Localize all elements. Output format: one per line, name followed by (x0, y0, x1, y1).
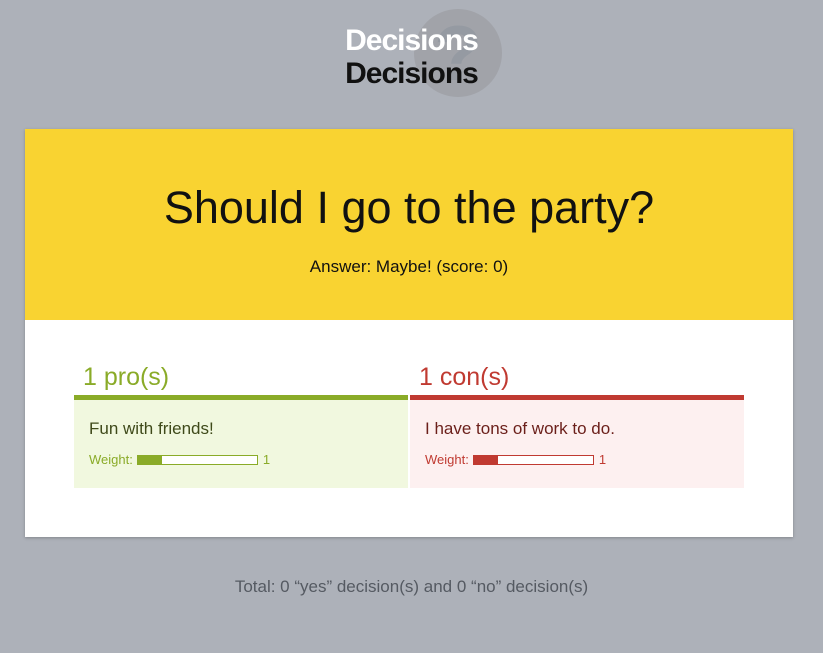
app-logo: ? Decisions Decisions (0, 0, 823, 110)
pro-weight-value: 1 (262, 452, 271, 467)
con-weight-fill (473, 456, 498, 464)
con-weight-row: Weight: 1 (425, 452, 744, 468)
answer-text: Answer: Maybe! (score: 0) (309, 257, 509, 276)
pro-weight-row: Weight: 1 (89, 452, 408, 468)
question-header: Should I go to the party? Answer: Maybe!… (25, 129, 793, 320)
cons-heading: 1 con(s) (410, 362, 744, 400)
con-weight-value: 1 (598, 452, 607, 467)
con-item-text[interactable]: I have tons of work to do. (425, 419, 744, 439)
decision-card: Should I go to the party? Answer: Maybe!… (25, 129, 793, 537)
cons-column: 1 con(s) I have tons of work to do. Weig… (410, 362, 744, 488)
question-title[interactable]: Should I go to the party? (25, 129, 793, 235)
pro-item-text[interactable]: Fun with friends! (89, 419, 408, 439)
total-summary: Total: 0 “yes” decision(s) and 0 “no” de… (234, 577, 589, 596)
pro-weight-label: Weight: (89, 452, 133, 467)
con-item[interactable]: I have tons of work to do. Weight: 1 (410, 400, 744, 488)
pro-weight-fill (137, 456, 162, 464)
con-weight-label: Weight: (425, 452, 469, 467)
logo-text-top: Decisions (345, 24, 479, 57)
pros-column: 1 pro(s) Fun with friends! Weight: 1 (74, 362, 408, 488)
pro-item[interactable]: Fun with friends! Weight: 1 (74, 400, 408, 488)
pros-heading: 1 pro(s) (74, 362, 408, 400)
pro-weight-slider[interactable] (136, 455, 258, 465)
con-weight-slider[interactable] (472, 455, 594, 465)
logo-text-bottom: Decisions (345, 57, 479, 90)
